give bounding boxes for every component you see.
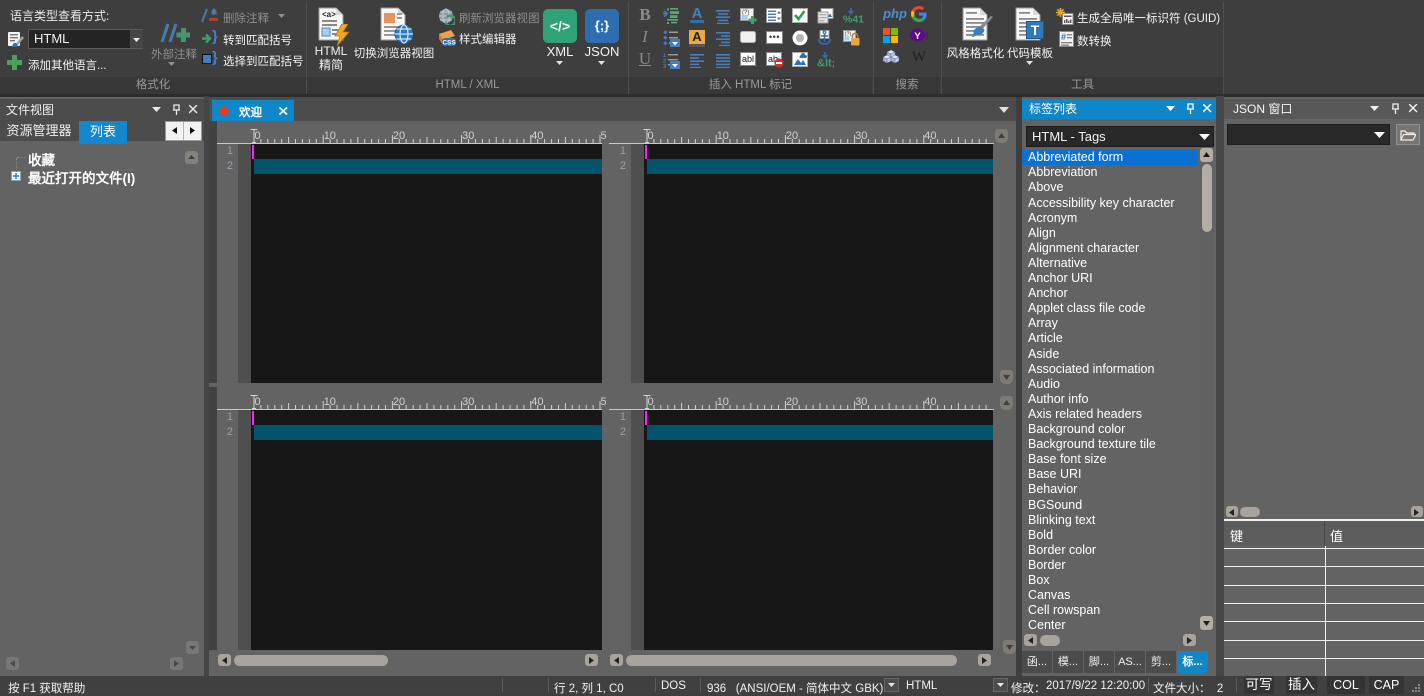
svg-text:<a>: <a> (322, 10, 336, 19)
svg-text:&lt;: &lt; (817, 58, 834, 69)
svg-text:0: 0 (648, 130, 654, 142)
svg-text:%41: %41 (843, 14, 864, 25)
svg-text:CSS: CSS (442, 39, 456, 46)
svg-text:3: 3 (663, 64, 666, 68)
svg-text:!: ! (925, 31, 928, 43)
svg-text:0: 0 (255, 130, 261, 142)
svg-text:#: # (1061, 32, 1066, 42)
svg-text:0: 0 (648, 396, 654, 408)
svg-text:Y: Y (914, 31, 921, 42)
svg-text:0: 0 (255, 396, 261, 408)
svg-text:50: 50 (601, 396, 608, 408)
svg-text:50: 50 (601, 130, 608, 142)
